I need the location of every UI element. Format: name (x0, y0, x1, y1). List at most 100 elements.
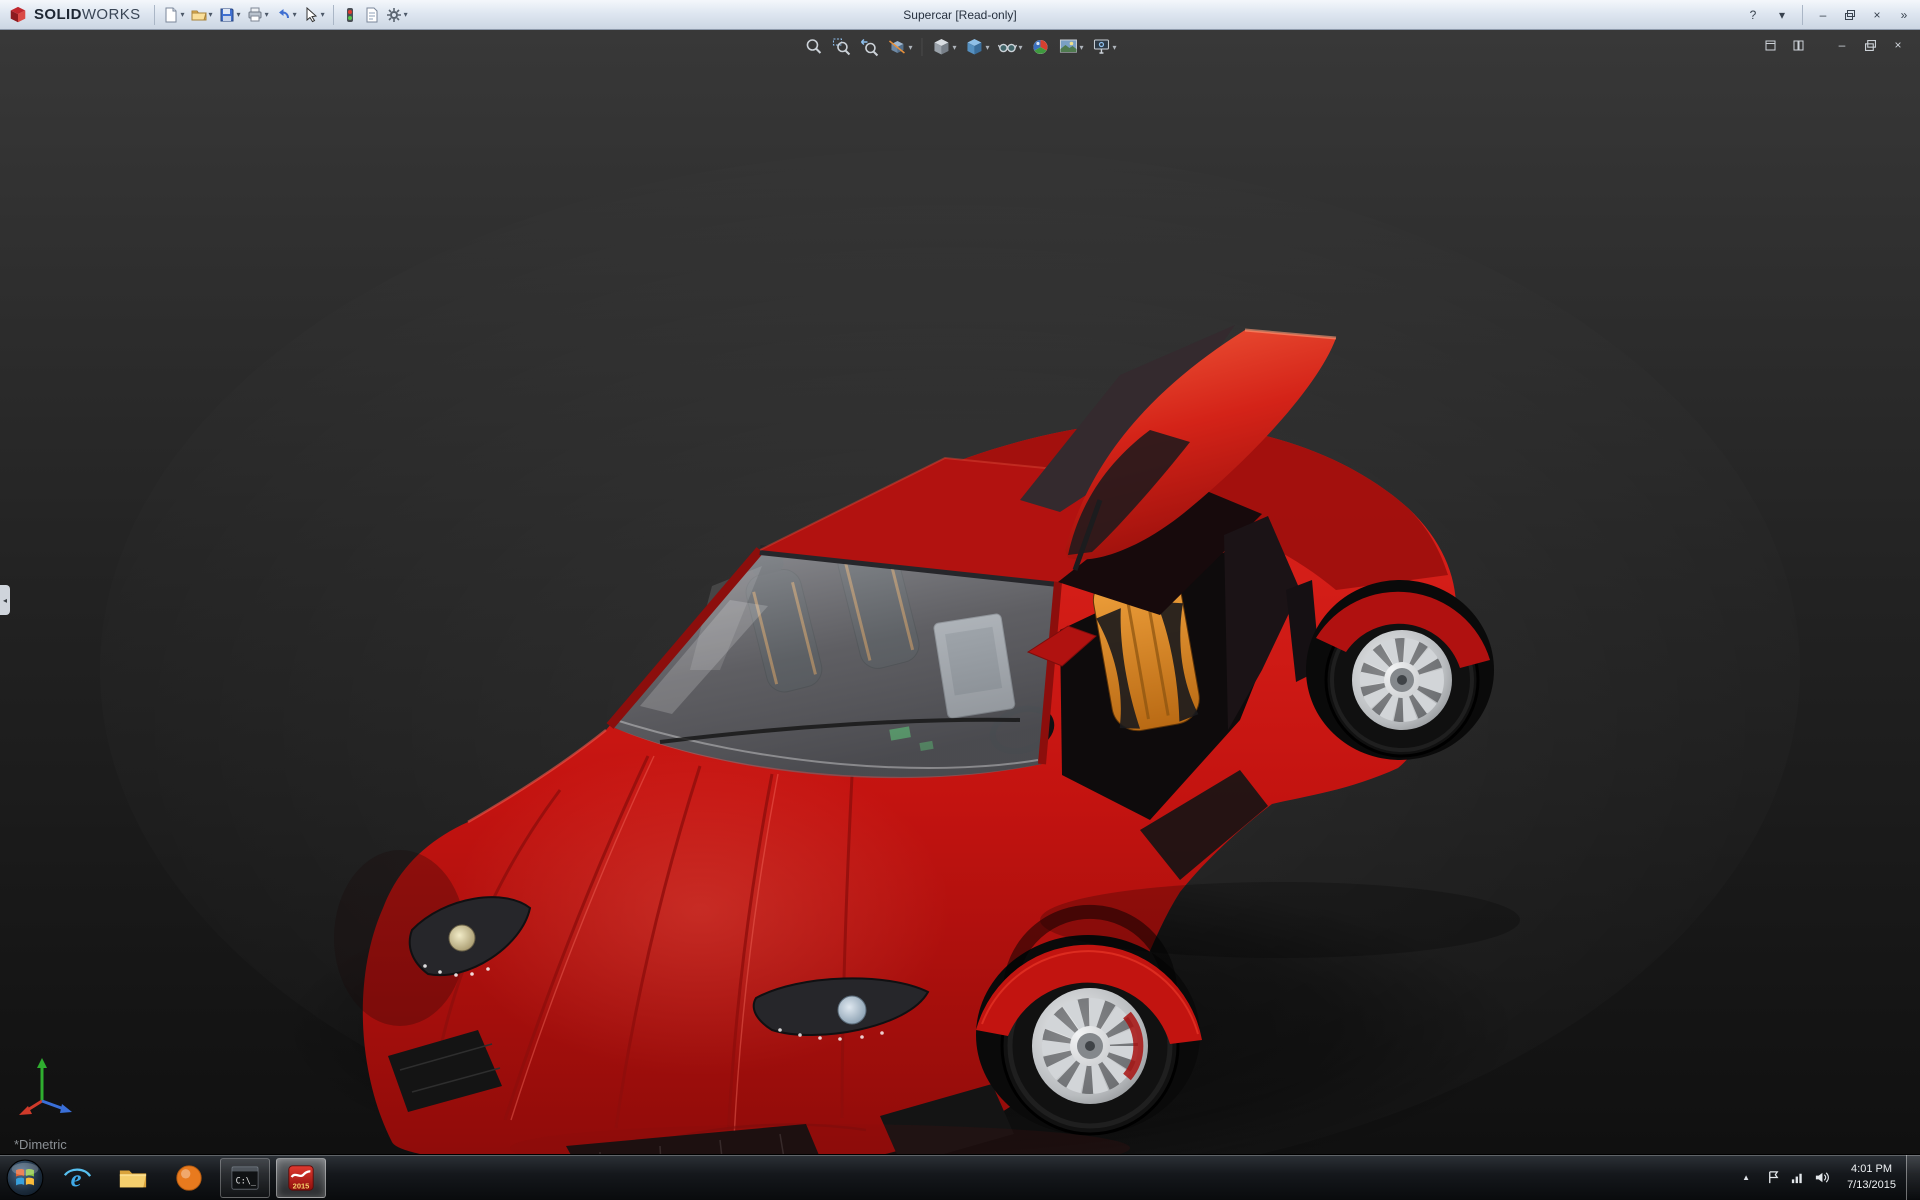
volume-icon[interactable] (1814, 1170, 1829, 1185)
zoom-to-area-icon (831, 37, 851, 57)
svg-text:C:\_: C:\_ (236, 1175, 257, 1185)
rear-wheel[interactable] (1306, 580, 1494, 760)
print-icon (247, 7, 263, 23)
options-gear-icon (386, 7, 402, 23)
help-dropdown-arrow-icon[interactable]: ▾ (1770, 5, 1794, 25)
rebuild-button[interactable] (339, 3, 361, 27)
solidworks-brand: SOLIDWORKS (4, 5, 149, 25)
help-button[interactable]: ? (1741, 5, 1765, 25)
select-cursor-icon (303, 7, 319, 23)
dropdown-arrow-icon[interactable]: ▾ (1113, 43, 1117, 52)
section-view-button[interactable]: ▾ (884, 35, 915, 59)
dropdown-arrow-icon[interactable]: ▾ (1080, 43, 1084, 52)
expand-toolbar-icon[interactable]: » (1892, 5, 1916, 25)
dropdown-arrow-icon[interactable]: ▾ (181, 11, 185, 19)
undo-button[interactable]: ▾ (272, 3, 300, 27)
view-orientation-label: *Dimetric (14, 1137, 67, 1152)
dropdown-arrow-icon[interactable]: ▾ (908, 43, 912, 52)
dropdown-arrow-icon[interactable]: ▾ (265, 11, 269, 19)
previous-view-button[interactable] (856, 35, 882, 59)
internet-explorer-icon: e (62, 1163, 92, 1193)
taskbar-media-player-button[interactable] (164, 1158, 214, 1198)
dropdown-arrow-icon[interactable]: ▾ (321, 11, 325, 19)
dropdown-arrow-icon[interactable]: ▾ (1019, 43, 1023, 52)
file-properties-button[interactable] (361, 3, 383, 27)
show-hidden-icons-button[interactable]: ▲ (1734, 1173, 1758, 1182)
open-document-icon (191, 7, 207, 23)
document-restore-icon (1865, 40, 1876, 51)
graphics-viewport[interactable]: ▾ ▾ ▾ ▾ ▾ ▾ (0, 30, 1920, 1154)
apply-scene-button[interactable]: ▾ (1056, 35, 1087, 59)
display-style-icon (964, 37, 984, 57)
dropdown-arrow-icon[interactable]: ▾ (985, 43, 989, 52)
display-style-button[interactable]: ▾ (961, 35, 992, 59)
flyout-arrow-icon: ◂ (3, 596, 7, 605)
view-settings-icon (1092, 37, 1112, 57)
hide-show-items-icon (998, 37, 1018, 57)
zoom-to-fit-icon (803, 37, 823, 57)
select-button[interactable]: ▾ (300, 3, 328, 27)
restore-button[interactable] (1838, 5, 1862, 25)
view-orientation-button[interactable]: ▾ (928, 35, 959, 59)
network-icon[interactable] (1790, 1170, 1805, 1185)
separator (154, 5, 155, 25)
zoom-to-fit-button[interactable] (800, 35, 826, 59)
edit-appearance-button[interactable] (1028, 35, 1054, 59)
system-tray: ▲ 4:01 PM 7/13/2015 (1734, 1155, 1920, 1200)
dropdown-arrow-icon[interactable]: ▾ (952, 43, 956, 52)
window-title: Supercar [Read-only] (903, 8, 1016, 22)
undo-icon (275, 7, 291, 23)
document-window-controls: – × (1760, 36, 1908, 54)
taskbar-command-prompt-button[interactable]: C:\_ (220, 1158, 270, 1198)
svg-text:2015: 2015 (293, 1181, 310, 1190)
new-window-button[interactable] (1760, 36, 1780, 54)
taskbar-windows-explorer-button[interactable] (108, 1158, 158, 1198)
apply-scene-icon (1059, 37, 1079, 57)
feature-tree-flyout-handle[interactable]: ◂ (0, 585, 10, 615)
document-restore-button[interactable] (1860, 36, 1880, 54)
open-document-button[interactable]: ▾ (188, 3, 216, 27)
close-button[interactable]: × (1865, 5, 1889, 25)
supercar-3d-model[interactable] (0, 30, 1920, 1154)
options-button[interactable]: ▾ (383, 3, 411, 27)
show-desktop-button[interactable] (1906, 1155, 1920, 1200)
zoom-to-area-button[interactable] (828, 35, 854, 59)
section-view-icon (887, 37, 907, 57)
separator (333, 5, 334, 25)
tile-windows-button[interactable] (1788, 36, 1808, 54)
print-button[interactable]: ▾ (244, 3, 272, 27)
view-settings-button[interactable]: ▾ (1089, 35, 1120, 59)
dropdown-arrow-icon[interactable]: ▾ (209, 11, 213, 19)
windows-start-orb-icon (6, 1159, 44, 1197)
minimize-button[interactable]: – (1811, 5, 1835, 25)
start-button[interactable] (4, 1157, 46, 1199)
save-icon (219, 7, 235, 23)
z-axis[interactable] (42, 1101, 64, 1109)
restore-icon (1845, 10, 1855, 20)
action-center-flag-icon[interactable] (1766, 1170, 1781, 1185)
document-close-button[interactable]: × (1888, 36, 1908, 54)
folder-icon (118, 1163, 148, 1193)
tile-windows-icon (1793, 40, 1804, 51)
dropdown-arrow-icon[interactable]: ▾ (293, 11, 297, 19)
document-minimize-button[interactable]: – (1832, 36, 1852, 54)
dropdown-arrow-icon[interactable]: ▾ (237, 11, 241, 19)
view-orientation-cube-icon (931, 37, 951, 57)
taskbar-solidworks-button[interactable]: 2015 (276, 1158, 326, 1198)
save-button[interactable]: ▾ (216, 3, 244, 27)
new-document-button[interactable]: ▾ (160, 3, 188, 27)
title-bar: SOLIDWORKS ▾ ▾ ▾ ▾ ▾ ▾ ▾ Supercar [Read-… (0, 0, 1920, 30)
command-prompt-icon: C:\_ (230, 1163, 260, 1193)
media-player-icon (174, 1163, 204, 1193)
solidworks-logo-icon (8, 5, 28, 25)
solidworks-2015-icon: 2015 (286, 1163, 316, 1193)
edit-appearance-ball-icon (1031, 37, 1051, 57)
rebuild-icon (342, 7, 358, 23)
dropdown-arrow-icon[interactable]: ▾ (404, 11, 408, 19)
taskbar-clock[interactable]: 4:01 PM 7/13/2015 (1837, 1162, 1906, 1193)
taskbar-internet-explorer-button[interactable]: e (52, 1158, 102, 1198)
reference-triad[interactable] (14, 1051, 86, 1128)
separator (921, 38, 922, 56)
hide-show-items-button[interactable]: ▾ (995, 35, 1026, 59)
taskbar: e C:\_ 2015 (0, 1154, 1920, 1200)
